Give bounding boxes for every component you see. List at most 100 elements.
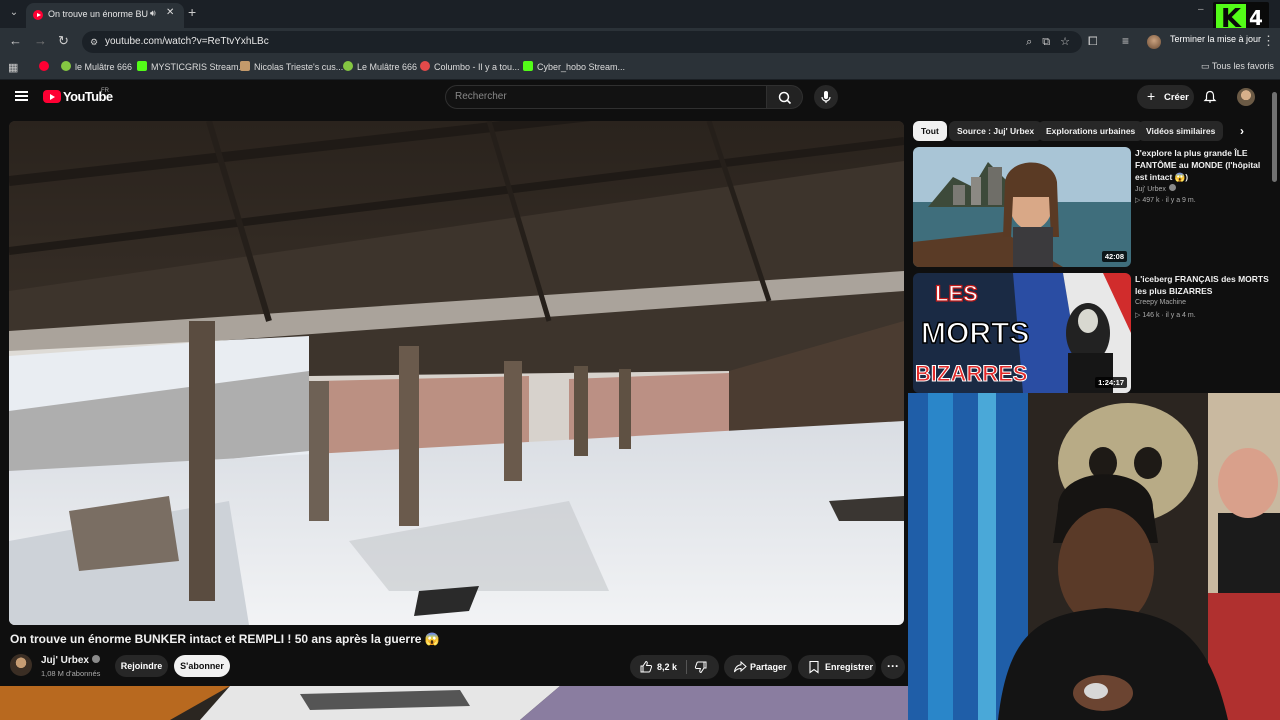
playlist-play-icon: ▷ — [1135, 312, 1141, 319]
browser-tab-strip: ⌄ On trouve un énorme BUNKER intact et R… — [0, 0, 1280, 28]
zoom-icon[interactable]: ⌕ — [1026, 36, 1032, 48]
bookmark-columbo[interactable]: Columbo - Il y a tou... — [420, 61, 520, 72]
media-controls-icon[interactable]: ≡ — [1122, 34, 1129, 48]
recommendation-title[interactable]: J'explore la plus grande ÎLE FANTÔME au … — [1135, 147, 1270, 183]
apps-grid-icon[interactable]: ▦ — [8, 61, 18, 74]
microphone-icon — [821, 91, 831, 103]
youtube-icon — [39, 61, 49, 71]
folder-icon: ▭ — [1201, 61, 1210, 71]
kick-icon — [523, 61, 533, 71]
save-button[interactable]: Enregistrer — [798, 655, 876, 679]
hamburger-menu-icon[interactable] — [15, 91, 28, 101]
site-info-icon[interactable]: ⚙ — [88, 36, 100, 48]
like-divider — [686, 660, 687, 674]
tab-search-icon[interactable]: ⌄ — [6, 5, 22, 21]
share-button[interactable]: Partager — [724, 655, 792, 679]
bookmarks-bar: ▦ le Mulâtre 666 MYSTICGRIS Stream... Ni… — [0, 56, 1280, 80]
recommendation-title[interactable]: L'iceberg FRANÇAIS des MORTS les plus BI… — [1135, 273, 1270, 297]
reload-icon[interactable]: ↻ — [58, 34, 69, 48]
video-thumbnail[interactable]: LES MORTS BIZARRES 1:24:17 — [913, 273, 1131, 393]
chip-source[interactable]: Source : Juj' Urbex — [949, 121, 1043, 141]
like-count[interactable]: 8,2 k — [657, 662, 677, 672]
join-button[interactable]: Rejoindre — [115, 655, 168, 677]
chip-explorations[interactable]: Explorations urbaines — [1038, 121, 1144, 141]
extensions-icon[interactable]: ⧠ — [1088, 34, 1098, 49]
kick-icon — [137, 61, 147, 71]
search-icon — [778, 91, 792, 105]
address-bar[interactable]: ⚙ youtube.com/watch?v=ReTtvYxhLBc ⌕ ⧉ ☆ — [82, 31, 1082, 53]
update-button[interactable]: Terminer la mise à jour — [1170, 34, 1261, 44]
browser-tab[interactable]: On trouve un énorme BUNKER intact et REM… — [26, 3, 184, 28]
bookmark-star-icon[interactable]: ☆ — [1060, 36, 1070, 48]
columbo-icon — [420, 61, 430, 71]
search-input[interactable]: Rechercher — [445, 85, 767, 109]
share-icon — [734, 660, 747, 673]
channel-name[interactable]: Juj' Urbex — [41, 655, 100, 666]
verified-badge-icon — [91, 655, 100, 663]
close-tab-icon[interactable]: ✕ — [166, 7, 174, 18]
recommendation-item[interactable]: LES MORTS BIZARRES 1:24:17 L'iceberg FRA… — [913, 273, 1273, 393]
recommendation-channel[interactable]: Creepy Machine — [1135, 299, 1186, 306]
chip-tout[interactable]: Tout — [913, 121, 947, 141]
bookmark-le-mulatre-2[interactable]: Le Mulâtre 666 — [343, 61, 417, 72]
video-player[interactable] — [9, 121, 904, 625]
forward-icon[interactable]: → — [34, 34, 47, 48]
chevron-right-icon[interactable]: › — [1240, 124, 1244, 138]
save-label: Enregistrer — [825, 662, 874, 672]
search-button[interactable] — [767, 85, 803, 109]
video-frame — [9, 121, 904, 625]
browser-menu-icon[interactable]: ⋮ — [1262, 33, 1275, 49]
plus-icon: + — [1147, 88, 1156, 104]
filter-chips: Tout Source : Juj' Urbex Explorations ur… — [913, 121, 1258, 141]
bookmark-icon — [809, 660, 819, 674]
bookmark-mysticgris[interactable]: MYSTICGRIS Stream... — [137, 61, 246, 72]
recommendation-item[interactable]: 42:08 J'explore la plus grande ÎLE FANTÔ… — [913, 147, 1273, 267]
thumbnail-text-les: LES — [935, 281, 978, 306]
bookmark-youtube[interactable] — [39, 61, 53, 72]
verified-badge-icon — [1168, 184, 1176, 191]
new-tab-icon[interactable]: + — [188, 5, 196, 19]
audio-playing-icon[interactable]: 🔊︎ — [150, 8, 156, 19]
recommendation-channel[interactable]: Juj' Urbex — [1135, 184, 1176, 193]
youtube-logo-icon[interactable] — [43, 90, 61, 103]
voice-search-button[interactable] — [814, 85, 838, 109]
chip-similaires[interactable]: Vidéos similaires — [1138, 121, 1224, 141]
more-actions-icon[interactable]: ··· — [881, 655, 905, 679]
channel-avatar[interactable] — [10, 654, 32, 676]
subscribe-button[interactable]: S'abonner — [174, 655, 230, 677]
bookmark-le-mulatre[interactable]: le Mulâtre 666 — [61, 61, 132, 72]
thumbs-up-icon[interactable] — [639, 660, 653, 674]
video-title: On trouve un énorme BUNKER intact et REM… — [10, 632, 440, 646]
video-thumbnail[interactable]: 42:08 — [913, 147, 1131, 267]
recommendation-meta: ▷ 146 k · il y a 4 m. — [1135, 312, 1196, 319]
thumbs-down-icon[interactable] — [694, 660, 708, 674]
install-app-icon[interactable]: ⧉ — [1042, 36, 1050, 48]
notifications-bell-icon[interactable] — [1203, 90, 1217, 104]
bookmark-cyber-hobo[interactable]: Cyber_hobo Stream... — [523, 61, 625, 72]
rumble-icon — [61, 61, 71, 71]
tab-title: On trouve un énorme BUNKER intact et REM… — [48, 9, 148, 19]
search-placeholder: Rechercher — [455, 91, 507, 102]
video-duration: 1:24:17 — [1095, 377, 1127, 388]
minimize-window-icon[interactable]: – — [1198, 4, 1204, 15]
account-avatar[interactable] — [1237, 88, 1255, 106]
omnibox-actions: ⌕ ⧉ ☆ — [1016, 35, 1070, 49]
share-label: Partager — [750, 662, 787, 672]
url-text[interactable]: youtube.com/watch?v=ReTtvYxhLBc — [105, 36, 269, 47]
thumbnail-text-bizarres: BIZARRES — [915, 361, 1027, 386]
back-icon[interactable]: ← — [9, 34, 22, 48]
bookmark-nicolas-trieste[interactable]: Nicolas Trieste's cus... — [240, 61, 343, 72]
webcam-overlay — [908, 393, 1280, 720]
youtube-header: YouTube FR Rechercher + Créer — [0, 80, 1280, 114]
description-preview-image — [0, 686, 908, 720]
kick-overlay-number: 4 — [1249, 6, 1263, 30]
create-button[interactable]: + Créer — [1137, 85, 1194, 109]
thumbnail-text-morts: MORTS — [921, 317, 1029, 350]
rumble-icon — [343, 61, 353, 71]
browser-toolbar: ← → ↻ ⚙ youtube.com/watch?v=ReTtvYxhLBc … — [0, 28, 1280, 56]
playlist-play-icon: ▷ — [1135, 197, 1141, 204]
browser-profile-avatar[interactable] — [1147, 35, 1161, 49]
all-bookmarks[interactable]: ▭ Tous les favoris — [1201, 61, 1274, 72]
like-dislike-group: 8,2 k — [630, 655, 719, 679]
region-code: FR — [101, 88, 109, 94]
